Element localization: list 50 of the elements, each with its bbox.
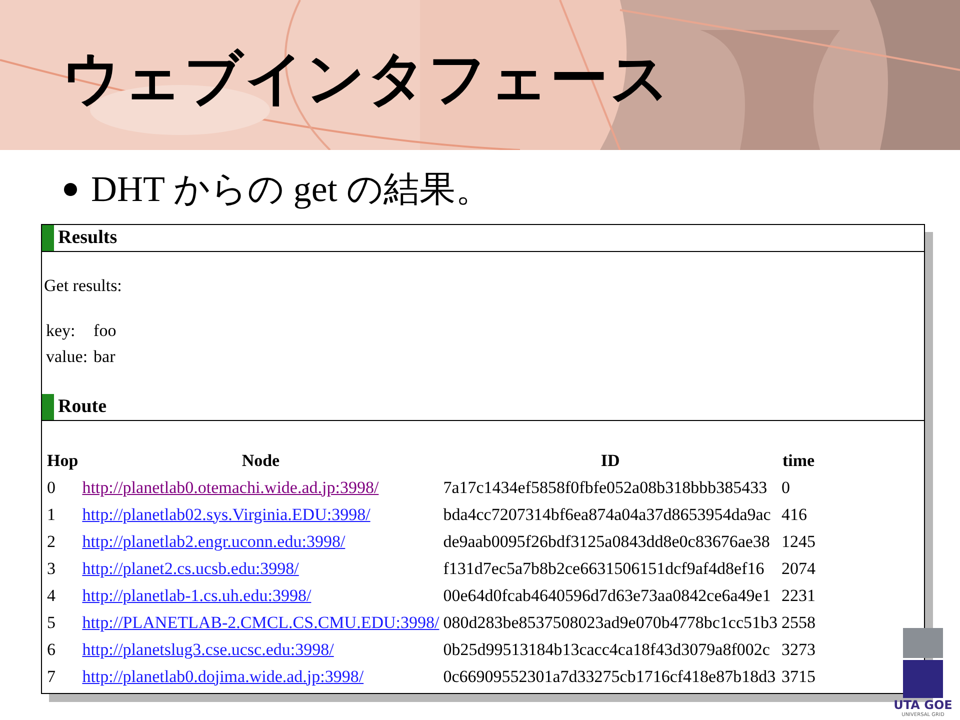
table-cell-text: 3715 [782, 666, 816, 688]
table-cell-text: 0b25d99513184b13cacc4ca18f43d3079a8f002c [443, 638, 771, 660]
table-cell-text: 4 [47, 584, 56, 606]
field-label: value: [46, 346, 88, 368]
section-heading: Route [58, 396, 107, 418]
table-cell-text: 3 [47, 558, 56, 580]
table-cell-text: 3273 [782, 638, 816, 660]
field-value: foo [94, 320, 116, 342]
table-cell-text: 2 [47, 530, 56, 552]
logo-icon [903, 628, 943, 698]
table-cell-text: 2231 [782, 584, 816, 606]
node-link[interactable]: http://planetlab02.sys.Virginia.EDU:3998/ [82, 504, 370, 524]
node-link[interactable]: http://planetslug3.cse.ucsc.edu:3998/ [82, 640, 334, 658]
table-cell-text: 0 [782, 476, 791, 498]
table-cell-text: 2074 [782, 558, 816, 580]
logo-text: UTA GOE [894, 698, 952, 712]
table-cell-text: 1 [47, 504, 56, 526]
slide-title: ウェブインタフェース [62, 43, 671, 114]
table-cell-text: 0 [47, 476, 56, 498]
table-cell-text: 00e64d0fcab4640596d7d63e73aa0842ce6a49e1 [443, 584, 772, 606]
heading-marker [42, 394, 54, 420]
section-heading: Results [58, 227, 118, 249]
heading-marker [42, 225, 54, 251]
column-header: time [782, 450, 816, 472]
field-label: key: [46, 320, 76, 342]
table-cell-text: bda4cc7207314bf6ea874a04a37d8653954da9ac [443, 504, 772, 526]
node-link[interactable]: http://planetlab0.otemachi.wide.ad.jp:3998/ [82, 478, 379, 496]
node-link[interactable]: http://PLANETLAB-2.CMCL.CS.CMU.EDU:3998/ [82, 612, 440, 632]
table-cell-text: 2558 [782, 612, 816, 634]
table-cell-text: f131d7ec5a7b8b2ce6631506151dcf9af4d8ef16 [443, 558, 766, 580]
node-link[interactable]: http://planetlab2.engr.uconn.edu:3998/ [82, 532, 346, 550]
table-cell-text: 416 [782, 504, 808, 526]
node-link[interactable]: http://planet2.cs.ucsb.edu:3998/ [82, 558, 299, 578]
table-cell-text: 080d283be8537508023ad9e070b4778bc1cc51b3 [443, 612, 778, 634]
field-value: bar [94, 346, 116, 368]
table-cell-text: 7a17c1434ef5858f0fbfe052a08b318bbb385433 [443, 476, 768, 498]
column-header: Hop [47, 450, 78, 472]
node-link[interactable]: http://planetlab-1.cs.uh.edu:3998/ [82, 586, 312, 604]
column-header: ID [600, 450, 621, 472]
table-cell-text: 6 [47, 638, 56, 660]
table-cell-text: 7 [47, 666, 56, 688]
table-cell-text: 0c66909552301a7d33275cb1716cf418e87b18d3 [443, 666, 777, 688]
table-cell-text: 5 [47, 612, 56, 634]
node-link[interactable]: http://planetlab0.dojima.wide.ad.jp:3998/ [82, 666, 364, 686]
results-label: Get results: [44, 276, 123, 296]
bullet-icon [64, 182, 77, 196]
column-header: Node [240, 450, 281, 472]
table-cell-text: de9aab0095f26bdf3125a0843dd8e0c83676ae38 [443, 530, 771, 552]
table-cell-text: 1245 [782, 530, 816, 552]
bullet-text: DHT からの get の結果。 [91, 168, 492, 211]
